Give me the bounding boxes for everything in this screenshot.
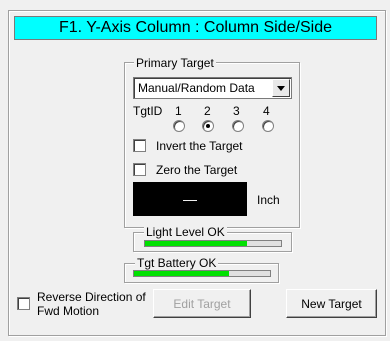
new-target-button[interactable]: New Target xyxy=(286,289,377,318)
new-target-label: New Target xyxy=(301,296,362,311)
target-value: — xyxy=(183,191,197,207)
edit-target-label: Edit Target xyxy=(173,296,231,311)
reverse-direction-label: Reverse Direction of Fwd Motion xyxy=(37,290,146,318)
target-source-select[interactable]: Manual/Random Data xyxy=(133,77,292,99)
panel-title-text: F1. Y-Axis Column : Column Side/Side xyxy=(58,19,332,36)
light-level-meter xyxy=(144,240,282,247)
primary-target-label: Primary Target xyxy=(134,56,216,70)
light-level-fill xyxy=(145,241,247,246)
tgt-battery-meter xyxy=(133,270,271,277)
edit-target-button[interactable]: Edit Target xyxy=(153,289,251,318)
tgtid-radio-1[interactable] xyxy=(173,120,185,132)
radio-2-label: 2 xyxy=(204,104,211,118)
radio-3-label: 3 xyxy=(233,104,240,118)
dropdown-button[interactable] xyxy=(272,79,290,97)
tgtid-label: TgtID xyxy=(133,104,163,118)
target-value-display: — xyxy=(133,182,247,216)
reverse-direction-checkbox[interactable] xyxy=(17,297,30,310)
zero-target-label: Zero the Target xyxy=(156,163,238,177)
chevron-down-icon xyxy=(277,85,285,91)
radio-4-label: 4 xyxy=(263,104,270,118)
unit-label: Inch xyxy=(257,193,280,207)
panel-title: F1. Y-Axis Column : Column Side/Side xyxy=(14,16,377,40)
tgtid-radio-2[interactable] xyxy=(202,120,214,132)
tgtid-radio-3[interactable] xyxy=(232,120,244,132)
invert-target-label: Invert the Target xyxy=(156,139,243,153)
tgt-battery-fill xyxy=(134,271,230,276)
tgt-battery-label: Tgt Battery OK xyxy=(135,256,219,270)
tgtid-radio-4[interactable] xyxy=(262,120,274,132)
light-level-label: Light Level OK xyxy=(144,225,227,239)
zero-target-checkbox[interactable] xyxy=(133,163,146,176)
target-source-value: Manual/Random Data xyxy=(138,81,255,95)
radio-1-label: 1 xyxy=(175,104,182,118)
invert-target-checkbox[interactable] xyxy=(133,139,146,152)
